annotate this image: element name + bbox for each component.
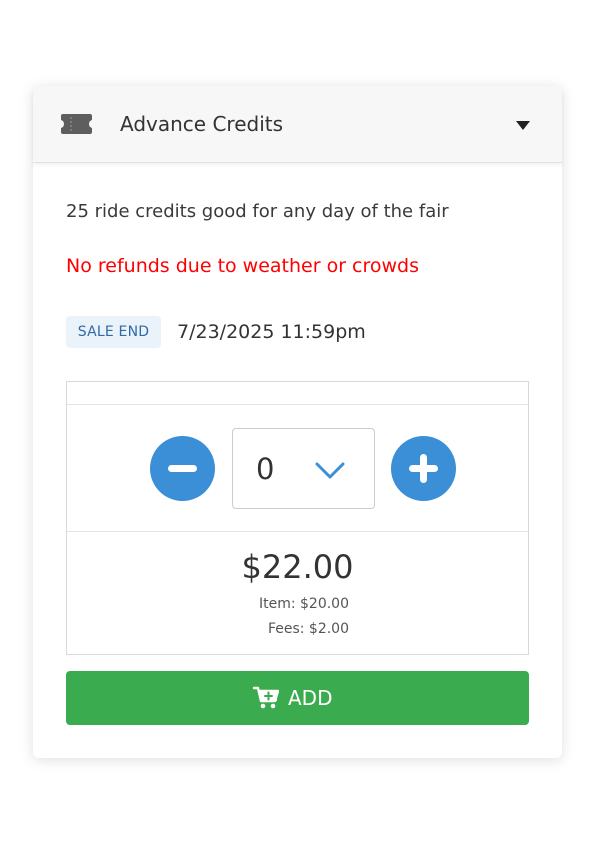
caret-down-icon[interactable] [516, 121, 530, 130]
sale-end-badge: SALE END [66, 316, 161, 348]
decrement-button[interactable] [150, 436, 215, 501]
sale-end-date: 7/23/2025 11:59pm [177, 321, 366, 343]
ticket-header-toggle[interactable]: Advance Credits [33, 86, 562, 163]
ticket-card: Advance Credits 25 ride credits good for… [33, 86, 562, 758]
chevron-down-icon [315, 462, 345, 479]
quantity-panel: 0 $22.00 Item: $20.00 Fees: $2.00 [66, 381, 529, 655]
fees-price: Fees: $2.00 [267, 621, 349, 637]
cart-plus-icon [253, 686, 279, 709]
ticket-description: 25 ride credits good for any day of the … [66, 201, 449, 222]
minus-icon [168, 465, 197, 472]
total-price: $22.00 [241, 548, 354, 586]
ticket-title: Advance Credits [120, 112, 284, 136]
quantity-value: 0 [256, 452, 275, 486]
plus-icon [409, 454, 438, 483]
divider [67, 404, 528, 405]
quantity-select[interactable]: 0 [232, 428, 375, 509]
add-button-label: ADD [288, 686, 333, 710]
increment-button[interactable] [391, 436, 456, 501]
item-price: Item: $20.00 [258, 596, 349, 612]
ticket-icon [61, 114, 92, 134]
add-to-cart-button[interactable]: ADD [66, 671, 529, 725]
divider [67, 531, 528, 532]
refund-warning: No refunds due to weather or crowds [66, 255, 420, 277]
